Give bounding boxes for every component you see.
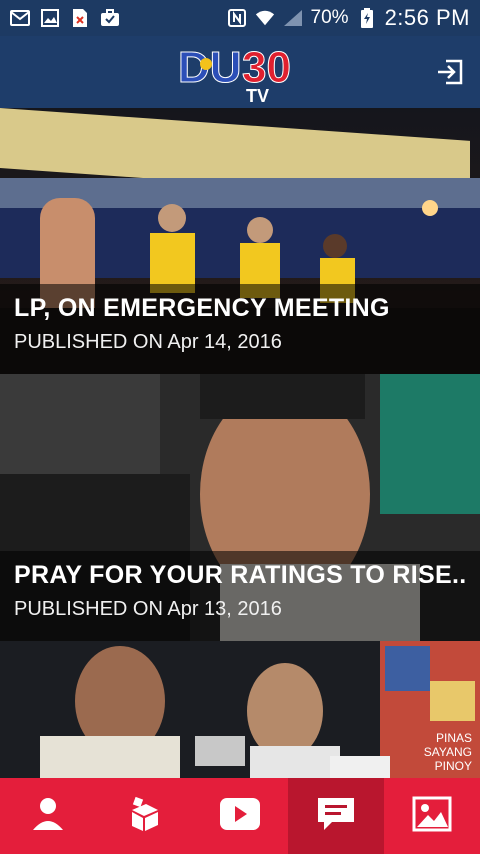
nav-videos[interactable] xyxy=(192,778,288,854)
news-card[interactable]: PRAY FOR YOUR RATINGS TO RISE... PUBLISH… xyxy=(0,374,480,641)
news-date: PUBLISHED ON Apr 14, 2016 xyxy=(14,331,282,353)
news-feed[interactable]: LP, ON EMERGENCY MEETING PUBLISHED ON Ap… xyxy=(0,108,480,778)
profile-icon xyxy=(28,794,68,839)
nav-chat[interactable] xyxy=(288,778,384,854)
news-card[interactable]: PINAS SAYANG PINOY xyxy=(0,641,480,778)
bottom-navigation xyxy=(0,778,480,854)
wifi-icon xyxy=(255,9,275,27)
news-card[interactable]: LP, ON EMERGENCY MEETING PUBLISHED ON Ap… xyxy=(0,108,480,374)
du30-tv-logo: DU 30 TV xyxy=(176,42,306,107)
nfc-icon xyxy=(227,9,247,27)
image-icon xyxy=(40,9,60,27)
signal-icon xyxy=(283,9,303,27)
news-title[interactable]: LP, ON EMERGENCY MEETING xyxy=(14,294,466,323)
news-date: PUBLISHED ON Apr 13, 2016 xyxy=(14,598,282,620)
gallery-icon xyxy=(412,796,452,837)
banner-text: PINAS SAYANG PINOY xyxy=(423,731,472,773)
svg-text:TV: TV xyxy=(246,86,269,104)
nav-gallery[interactable] xyxy=(384,778,480,854)
logout-icon[interactable] xyxy=(434,56,466,88)
chat-icon xyxy=(316,796,356,837)
video-play-icon xyxy=(219,797,261,836)
mail-icon xyxy=(10,9,30,27)
battery-percent: 70% xyxy=(310,7,349,28)
nav-box[interactable] xyxy=(96,778,192,854)
svg-text:30: 30 xyxy=(242,43,291,92)
card-caption: PRAY FOR YOUR RATINGS TO RISE... PUBLISH… xyxy=(0,551,480,641)
briefcase-check-icon xyxy=(100,9,120,27)
file-error-icon xyxy=(70,9,90,27)
battery-charging-icon xyxy=(357,8,377,28)
status-bar: 70% 2:56 PM xyxy=(0,0,480,36)
news-photo-meeting xyxy=(0,641,480,778)
nav-profile[interactable] xyxy=(0,778,96,854)
box-icon xyxy=(124,794,164,839)
card-caption: LP, ON EMERGENCY MEETING PUBLISHED ON Ap… xyxy=(0,284,480,374)
news-title[interactable]: PRAY FOR YOUR RATINGS TO RISE... xyxy=(14,561,466,590)
clock: 2:56 PM xyxy=(384,5,470,30)
app-header: DU 30 TV xyxy=(0,36,480,108)
